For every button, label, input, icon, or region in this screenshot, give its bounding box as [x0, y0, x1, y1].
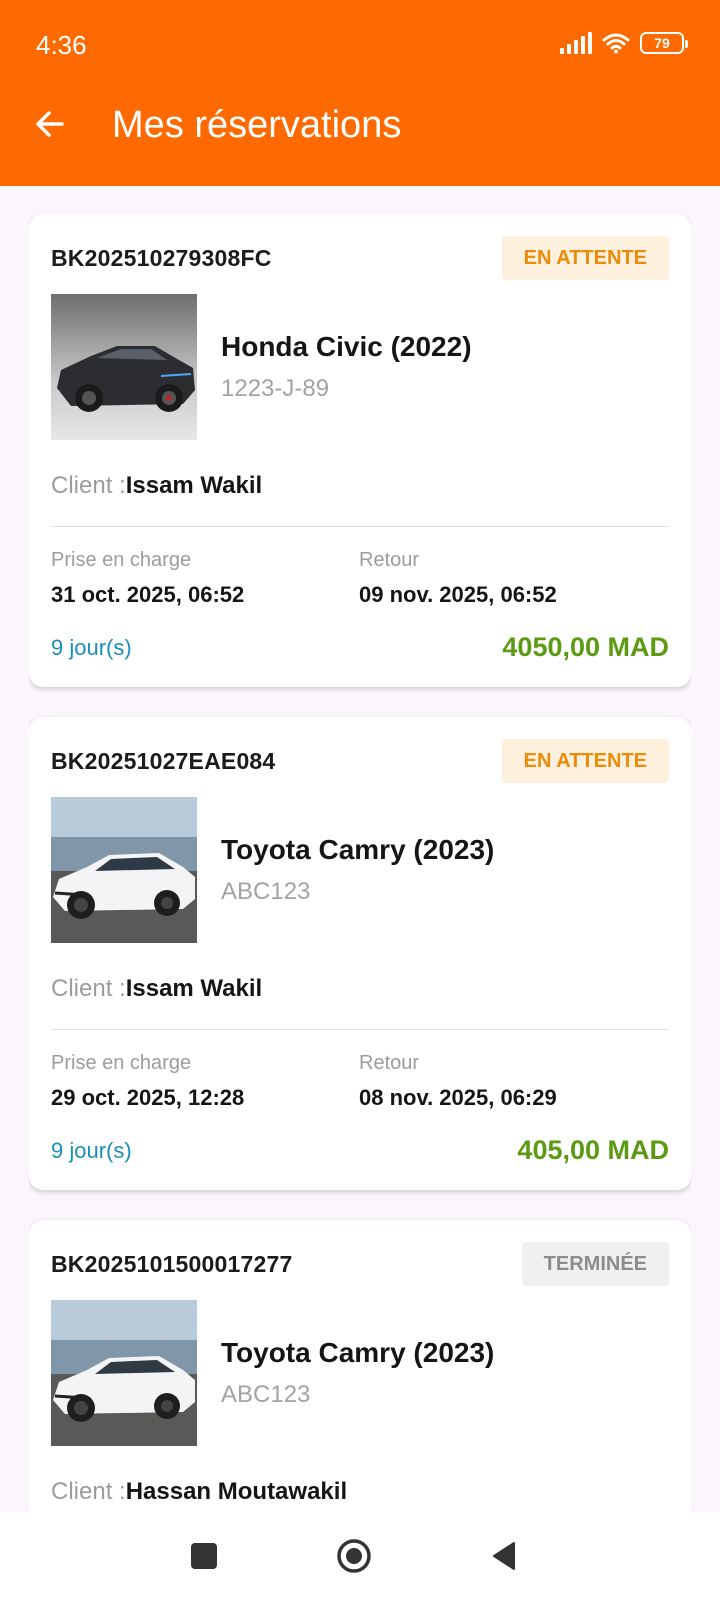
client-label: Client :: [51, 975, 126, 1002]
status-badge: TERMINÉE: [521, 1242, 669, 1286]
battery-icon: 79: [640, 32, 688, 54]
system-nav-bar: [0, 1512, 720, 1600]
car-image: [51, 294, 197, 440]
car-image: [51, 1300, 197, 1446]
car-plate: 1223-J-89: [221, 375, 330, 402]
arrow-left-icon[interactable]: [32, 106, 68, 142]
car-name: Toyota Camry (2023): [221, 1337, 495, 1368]
price: 405,00 MAD: [517, 1135, 669, 1165]
client-row: Client : Hassan Moutawakil: [51, 1472, 669, 1512]
duration: 9 jour(s): [51, 634, 132, 660]
status-badge: EN ATTENTE: [501, 236, 669, 280]
pickup-date: 29 oct. 2025, 12:28: [51, 1085, 245, 1110]
reservation-card[interactable]: BK20251027EAE084 EN ATTENTE Toyota Camry…: [29, 717, 691, 1190]
reservation-card[interactable]: BK2025101500017277 TERMINÉE Toyota Camry…: [29, 1220, 691, 1512]
reservation-card[interactable]: BK202510279308FC EN ATTENTE Honda Civic …: [29, 214, 691, 687]
car-plate: ABC123: [221, 1381, 311, 1408]
pickup-date: 31 oct. 2025, 06:52: [51, 582, 245, 607]
price: 4050,00 MAD: [502, 632, 669, 662]
status-time: 4:36: [36, 30, 87, 60]
status-badge: EN ATTENTE: [501, 739, 669, 783]
divider: [51, 526, 669, 527]
wifi-icon: [602, 33, 630, 54]
booking-id: BK2025101500017277: [51, 1250, 293, 1277]
client-label: Client :: [51, 472, 126, 499]
client-name: Issam Wakil: [125, 975, 263, 1002]
return-label: Retour: [359, 549, 420, 571]
booking-id: BK20251027EAE084: [51, 747, 276, 774]
client-name: Issam Wakil: [125, 472, 263, 499]
client-row: Client : Issam Wakil: [51, 969, 669, 1009]
return-date: 08 nov. 2025, 06:29: [359, 1085, 557, 1110]
return-label: Retour: [359, 1052, 420, 1074]
car-plate: ABC123: [221, 878, 311, 905]
divider: [51, 1029, 669, 1030]
signal-icon: [560, 32, 592, 54]
duration: 9 jour(s): [51, 1137, 132, 1163]
pickup-label: Prise en charge: [51, 1052, 192, 1074]
booking-id: BK202510279308FC: [51, 244, 272, 271]
client-row: Client : Issam Wakil: [51, 466, 669, 506]
pickup-label: Prise en charge: [51, 549, 192, 571]
circle-icon[interactable]: [334, 1536, 374, 1576]
return-date: 09 nov. 2025, 06:52: [359, 582, 557, 607]
triangle-back-icon[interactable]: [484, 1536, 524, 1576]
square-icon[interactable]: [184, 1536, 224, 1576]
client-label: Client :: [51, 1478, 126, 1505]
status-icons: 79: [560, 32, 688, 54]
page-title: Mes réservations: [112, 104, 402, 146]
car-name: Toyota Camry (2023): [221, 834, 495, 865]
client-name: Hassan Moutawakil: [125, 1478, 348, 1505]
reservation-list[interactable]: BK202510279308FC EN ATTENTE Honda Civic …: [29, 214, 691, 1512]
app-bar: 4:36 79 Mes réservations: [0, 0, 720, 186]
car-image: [51, 797, 197, 943]
car-name: Honda Civic (2022): [221, 331, 472, 362]
